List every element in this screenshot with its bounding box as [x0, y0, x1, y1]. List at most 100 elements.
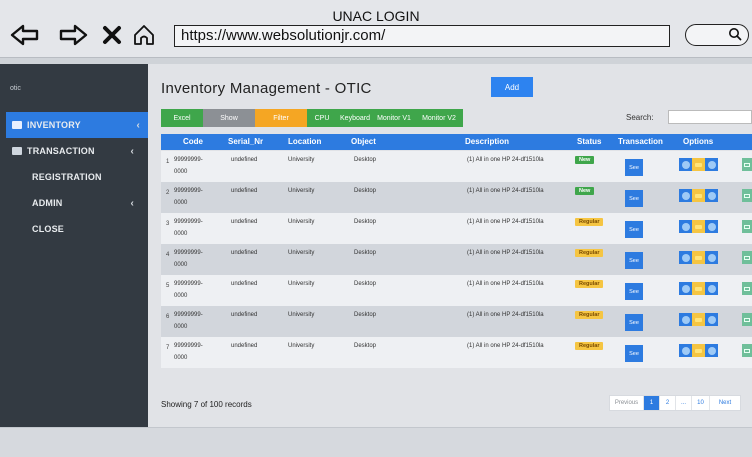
table-row[interactable]: 7 99999999- 0000 undefined University Desktop…: [161, 337, 752, 368]
add-button[interactable]: Add: [491, 77, 533, 97]
monitor-v1-button[interactable]: Monitor V1: [373, 109, 415, 127]
column-header[interactable]: Transaction: [618, 134, 663, 150]
mail-button[interactable]: [742, 220, 752, 233]
view-button[interactable]: [679, 158, 692, 171]
comment-button[interactable]: [705, 313, 718, 326]
eye-icon: [681, 191, 690, 200]
column-header[interactable]: Code: [183, 134, 203, 150]
location-cell: University: [288, 219, 315, 225]
table-row[interactable]: 5 99999999- 0000 undefined University Desktop…: [161, 275, 752, 306]
see-transaction-button[interactable]: See: [625, 314, 643, 331]
table-row[interactable]: 2 99999999- 0000 undefined University Desktop…: [161, 182, 752, 213]
see-transaction-button[interactable]: See: [625, 190, 643, 207]
column-header[interactable]: Serial_Nr: [228, 134, 263, 150]
edit-button[interactable]: [692, 220, 705, 233]
column-header[interactable]: Location: [288, 134, 321, 150]
edit-button[interactable]: [692, 282, 705, 295]
column-header[interactable]: Options: [683, 134, 713, 150]
status-badge: New: [575, 187, 595, 195]
column-header[interactable]: Object: [351, 134, 376, 150]
comment-button[interactable]: [705, 158, 718, 171]
comment-button[interactable]: [705, 282, 718, 295]
sidebar-item-transaction[interactable]: TRANSACTION ‹: [0, 138, 148, 164]
inventory-icon: [12, 121, 22, 129]
page-2-button[interactable]: 2: [660, 396, 676, 410]
edit-button[interactable]: [692, 158, 705, 171]
edit-button[interactable]: [692, 344, 705, 357]
next-page-button[interactable]: Next: [710, 396, 740, 410]
sidebar-item-inventory[interactable]: INVENTORY ‹: [6, 112, 148, 138]
comment-button[interactable]: [705, 251, 718, 264]
forward-arrow-icon[interactable]: [56, 18, 90, 52]
code-cell: 99999999-: [174, 281, 203, 287]
see-transaction-button[interactable]: See: [625, 221, 643, 238]
sidebar-item-close[interactable]: CLOSE: [0, 216, 148, 242]
eye-icon: [681, 253, 690, 262]
comment-button[interactable]: [705, 220, 718, 233]
page-1-button[interactable]: 1: [644, 396, 660, 410]
keyboard-button[interactable]: Keyboard: [337, 109, 373, 127]
column-header[interactable]: Status: [577, 134, 601, 150]
pagination: Previous 1 2 ... 10 Next: [609, 395, 741, 411]
edit-button[interactable]: [692, 251, 705, 264]
mail-button[interactable]: [742, 189, 752, 202]
edit-button[interactable]: [692, 189, 705, 202]
view-button[interactable]: [679, 344, 692, 357]
page-10-button[interactable]: 10: [692, 396, 710, 410]
serial-cell: undefined: [231, 188, 258, 194]
sidebar-item-registration[interactable]: REGISTRATION: [0, 164, 148, 190]
search-input[interactable]: [668, 110, 752, 124]
column-header[interactable]: Description: [465, 134, 509, 150]
edit-button[interactable]: [692, 313, 705, 326]
browser-chrome: UNAC LOGIN https://www.websolutionjr.com…: [0, 0, 752, 58]
object-cell: Desktop: [354, 157, 377, 163]
view-button[interactable]: [679, 189, 692, 202]
view-button[interactable]: [679, 282, 692, 295]
comment-button[interactable]: [705, 189, 718, 202]
edit-icon: [695, 286, 702, 291]
table-row[interactable]: 4 99999999- 0000 undefined University Desktop…: [161, 244, 752, 275]
serial-cell: undefined: [231, 343, 258, 349]
show-button[interactable]: Show: [203, 109, 255, 127]
serial-cell: undefined: [231, 250, 258, 256]
view-button[interactable]: [679, 251, 692, 264]
excel-button[interactable]: Excel: [161, 109, 203, 127]
mail-button[interactable]: [742, 282, 752, 295]
sidebar-item-admin[interactable]: ADMIN ‹: [0, 190, 148, 216]
see-transaction-button[interactable]: See: [625, 345, 643, 362]
see-transaction-button[interactable]: See: [625, 159, 643, 176]
code-cell-suffix: 0000: [174, 231, 188, 237]
browser-search-box[interactable]: [685, 24, 749, 46]
view-button[interactable]: [679, 220, 692, 233]
see-transaction-button[interactable]: See: [625, 252, 643, 269]
sidebar-item-label: INVENTORY: [27, 120, 81, 130]
sidebar-item-label: ADMIN: [32, 198, 63, 208]
records-count: Showing 7 of 100 records: [161, 400, 252, 409]
monitor-v2-button[interactable]: Monitor V2: [415, 109, 463, 127]
status-badge: Regular: [575, 342, 604, 350]
table-row[interactable]: 3 99999999- 0000 undefined University Desktop…: [161, 213, 752, 244]
code-cell-suffix: 0000: [174, 200, 188, 206]
url-bar[interactable]: https://www.websolutionjr.com/: [174, 25, 670, 47]
mail-button[interactable]: [742, 344, 752, 357]
serial-cell: undefined: [231, 157, 258, 163]
comment-button[interactable]: [705, 344, 718, 357]
code-cell: 99999999-: [174, 219, 203, 225]
view-button[interactable]: [679, 313, 692, 326]
location-cell: University: [288, 281, 315, 287]
mail-button[interactable]: [742, 251, 752, 264]
table-row[interactable]: 1 99999999- 0000 undefined University Desktop…: [161, 151, 752, 182]
back-arrow-icon[interactable]: [8, 18, 42, 52]
eye-icon: [681, 284, 690, 293]
mail-button[interactable]: [742, 313, 752, 326]
mail-button[interactable]: [742, 158, 752, 171]
sidebar-item-label: REGISTRATION: [32, 172, 102, 182]
previous-page-button[interactable]: Previous: [610, 396, 644, 410]
table-row[interactable]: 6 99999999- 0000 undefined University Desktop…: [161, 306, 752, 337]
home-icon[interactable]: [130, 18, 158, 52]
see-transaction-button[interactable]: See: [625, 283, 643, 300]
cpu-button[interactable]: CPU: [307, 109, 337, 127]
close-icon[interactable]: [100, 18, 124, 52]
filter-button[interactable]: Filter: [255, 109, 307, 127]
mail-icon: [744, 255, 750, 260]
